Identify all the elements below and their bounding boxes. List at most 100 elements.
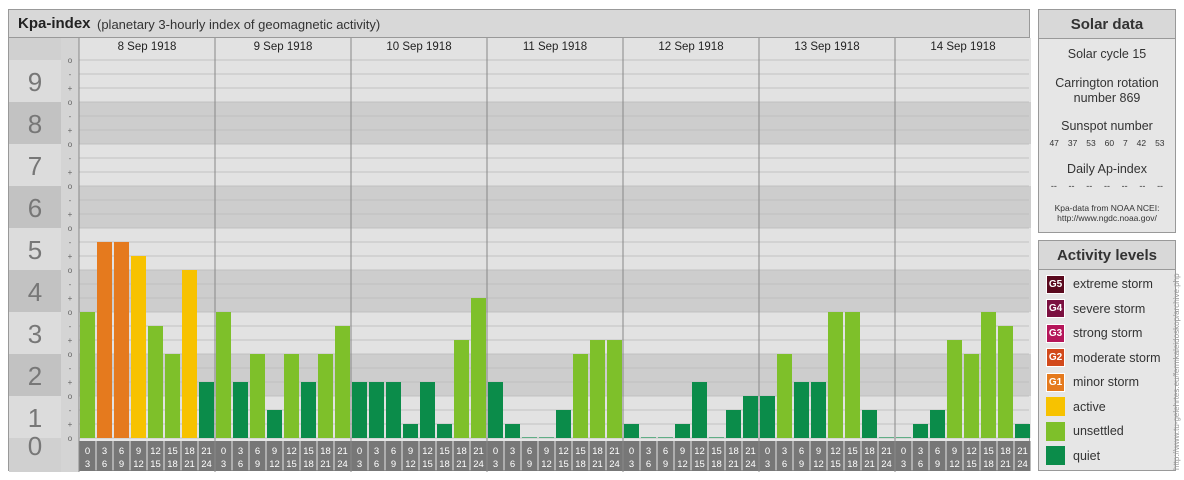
kp-bar-19: [403, 424, 418, 438]
sunspot-value-0: 47: [1049, 138, 1059, 148]
carrington-line-1: Carrington rotation: [1055, 76, 1159, 90]
kp-bar-6: [182, 270, 197, 438]
minor-tick-label: -: [69, 280, 72, 289]
interval-end-label: 24: [473, 459, 484, 470]
sunspot-value-6: 53: [1155, 138, 1165, 148]
y-band-7: [9, 102, 1031, 144]
activity-level-quiet: quiet: [1046, 446, 1100, 466]
activity-level-label: minor storm: [1073, 375, 1139, 389]
interval-start-label: 12: [422, 446, 433, 457]
kp-bar-34: [658, 437, 673, 438]
minor-tick-label: o: [68, 392, 73, 401]
interval-end-label: 21: [184, 459, 195, 470]
kp-bar-39: [743, 396, 758, 438]
interval-end-label: 24: [337, 459, 348, 470]
minor-tick-label: o: [68, 308, 73, 317]
interval-end-label: 9: [255, 459, 260, 470]
kp-bar-14: [318, 354, 333, 438]
kp-bar-23: [471, 298, 486, 438]
kp-bar-3: [131, 256, 146, 438]
kp-bar-8: [216, 312, 231, 438]
interval-end-label: 21: [320, 459, 331, 470]
activity-level-swatch: G4: [1046, 299, 1065, 318]
kp-bar-0: [80, 312, 95, 438]
y-tick-label-7: 7: [28, 151, 42, 181]
kp-bar-30: [590, 340, 605, 438]
interval-end-label: 3: [357, 459, 362, 470]
interval-start-label: 0: [629, 446, 634, 457]
ap-value-2: --: [1086, 181, 1093, 191]
day-label-5: 13 Sep 1918: [794, 41, 859, 53]
interval-start-label: 9: [136, 446, 141, 457]
minor-tick-label: o: [68, 56, 73, 65]
interval-start-label: 21: [337, 446, 348, 457]
interval-start-label: 6: [527, 446, 532, 457]
interval-start-label: 0: [765, 446, 770, 457]
minor-tick-label: o: [68, 140, 73, 149]
minor-tick-label: -: [69, 154, 72, 163]
source-watermark: http://www.tu-gelehrtes.eu/fermkaleidosk…: [1172, 273, 1181, 470]
interval-end-label: 18: [575, 459, 586, 470]
interval-end-label: 9: [527, 459, 532, 470]
sunspot-value-4: 7: [1123, 138, 1128, 148]
interval-end-label: 12: [541, 459, 552, 470]
activity-levels-title: Activity levels: [1039, 241, 1175, 270]
interval-start-label: 0: [85, 446, 90, 457]
interval-start-label: 15: [303, 446, 314, 457]
activity-level-label: unsettled: [1073, 424, 1124, 438]
interval-end-label: 18: [303, 459, 314, 470]
minor-tick-label: o: [68, 98, 73, 107]
interval-end-label: 12: [677, 459, 688, 470]
minor-tick-label: -: [69, 364, 72, 373]
kp-bar-35: [675, 424, 690, 438]
ap-value-6: --: [1157, 181, 1164, 191]
interval-end-label: 6: [782, 459, 787, 470]
kp-bar-41: [777, 354, 792, 438]
ap-value-3: --: [1103, 181, 1110, 191]
day-label-4: 12 Sep 1918: [658, 41, 723, 53]
interval-end-label: 18: [439, 459, 450, 470]
chart-title: Kpa-index: [18, 15, 91, 32]
interval-end-label: 6: [510, 459, 515, 470]
kp-bar-13: [301, 382, 316, 438]
interval-start-label: 3: [646, 446, 651, 457]
kp-bar-4: [148, 325, 163, 438]
interval-end-label: 3: [493, 459, 498, 470]
kp-bar-10: [250, 354, 265, 438]
interval-end-label: 24: [609, 459, 620, 470]
interval-start-label: 0: [493, 446, 498, 457]
interval-start-label: 21: [473, 446, 484, 457]
minor-tick-label: -: [69, 112, 72, 121]
interval-start-label: 6: [935, 446, 940, 457]
interval-end-label: 15: [150, 459, 161, 470]
kp-bar-46: [862, 409, 877, 438]
y-tick-label-5: 5: [28, 235, 42, 265]
chart-subtitle: (planetary 3-hourly index of geomagnetic…: [97, 17, 381, 32]
ap-value-0: --: [1050, 181, 1057, 191]
interval-end-label: 24: [201, 459, 212, 470]
interval-start-label: 15: [847, 446, 858, 457]
day-label-0: 8 Sep 1918: [118, 41, 177, 53]
activity-level-swatch: G3: [1046, 323, 1065, 343]
minor-tick-label: +: [68, 420, 73, 429]
interval-end-label: 6: [646, 459, 651, 470]
activity-level-severe-storm: G4 severe storm: [1046, 299, 1145, 319]
minor-tick-label: o: [68, 350, 73, 359]
activity-level-label: severe storm: [1073, 301, 1146, 316]
solar-data-panel: Solar data Solar cycle 15 Carrington rot…: [1038, 9, 1176, 233]
interval-start-label: 6: [799, 446, 804, 457]
minor-tick-label: -: [69, 322, 72, 331]
kp-bar-22: [454, 340, 469, 438]
interval-end-label: 21: [728, 459, 739, 470]
kp-bar-27: [539, 437, 554, 438]
interval-start-label: 15: [983, 446, 994, 457]
activity-levels-panel: Activity levels G5 extreme storm G4 severe …: [1038, 240, 1176, 471]
interval-start-label: 12: [966, 446, 977, 457]
interval-end-label: 9: [663, 459, 668, 470]
interval-start-label: 3: [510, 446, 515, 457]
ap-index-label: Daily Ap-index: [1067, 162, 1147, 176]
source-line-2: http://www.ngdc.noaa.gov/: [1057, 213, 1157, 223]
activity-level-swatch: [1046, 446, 1065, 465]
interval-end-label: 3: [85, 459, 90, 470]
interval-end-label: 6: [918, 459, 923, 470]
